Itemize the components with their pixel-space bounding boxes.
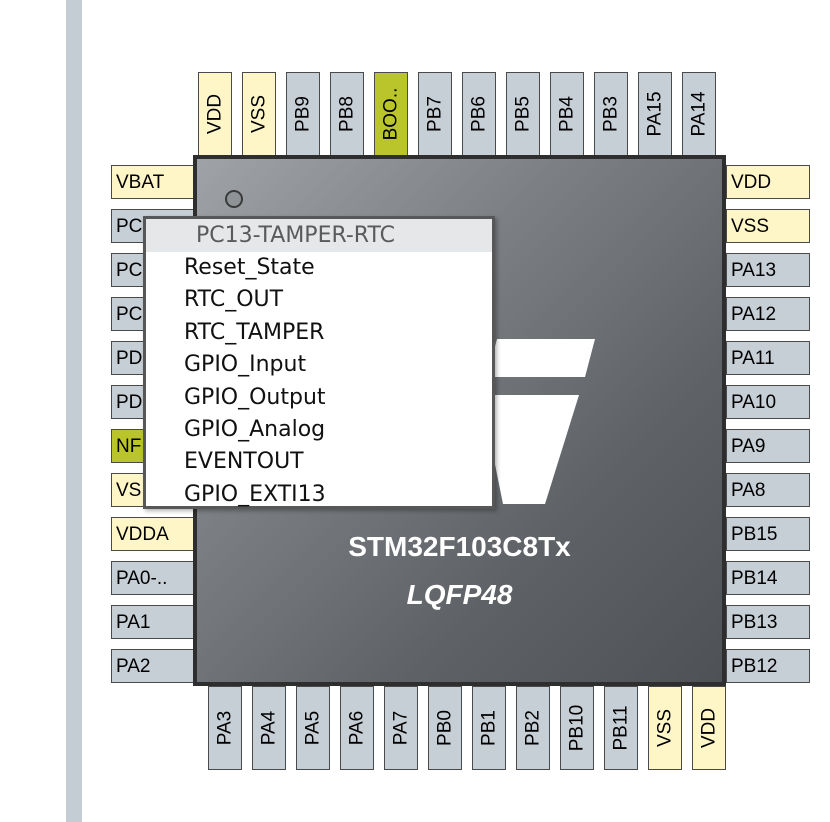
pin-right-7[interactable]: PA8 — [726, 473, 810, 507]
pin-bottom-6[interactable]: PB1 — [472, 686, 506, 770]
pin-bottom-5[interactable]: PB0 — [428, 686, 462, 770]
pin-right-4[interactable]: PA11 — [726, 341, 810, 375]
pin-top-11[interactable]: PA14 — [682, 72, 716, 156]
menu-item-eventout[interactable]: EVENTOUT — [146, 446, 492, 478]
pin-left-0[interactable]: VBAT — [111, 165, 195, 199]
pin-right-9[interactable]: PB14 — [726, 561, 810, 595]
pin-bottom-11[interactable]: VDD — [692, 686, 726, 770]
menu-item-reset-state[interactable]: Reset_State — [146, 252, 492, 284]
pin-top-1[interactable]: VSS — [242, 72, 276, 156]
pin-bottom-7[interactable]: PB2 — [516, 686, 550, 770]
left-scroll-bar — [66, 0, 82, 822]
pin-bottom-2[interactable]: PA5 — [296, 686, 330, 770]
pin-left-10[interactable]: PA1 — [111, 605, 195, 639]
pin-right-8[interactable]: PB15 — [726, 517, 810, 551]
pin-bottom-4[interactable]: PA7 — [384, 686, 418, 770]
pin-left-8[interactable]: VDDA — [111, 517, 195, 551]
pin-top-10[interactable]: PA15 — [638, 72, 672, 156]
pin-bottom-9[interactable]: PB11 — [604, 686, 638, 770]
pin-bottom-3[interactable]: PA6 — [340, 686, 374, 770]
pin-left-9[interactable]: PA0-.. — [111, 561, 195, 595]
pin-right-6[interactable]: PA9 — [726, 429, 810, 463]
pin-bottom-0[interactable]: PA3 — [208, 686, 242, 770]
menu-header-pin-name: PC13-TAMPER-RTC — [146, 219, 492, 252]
pin-top-4[interactable]: BOO.. — [374, 72, 408, 156]
chip-package-name: LQFP48 — [406, 579, 513, 610]
pin-top-7[interactable]: PB5 — [506, 72, 540, 156]
pin-top-8[interactable]: PB4 — [550, 72, 584, 156]
pin-right-11[interactable]: PB12 — [726, 649, 810, 683]
menu-item-gpio-analog[interactable]: GPIO_Analog — [146, 414, 492, 446]
pin-right-3[interactable]: PA12 — [726, 297, 810, 331]
menu-item-gpio-input[interactable]: GPIO_Input — [146, 349, 492, 381]
pin-bottom-1[interactable]: PA4 — [252, 686, 286, 770]
pin-right-0[interactable]: VDD — [726, 165, 810, 199]
chip-part-number: STM32F103C8Tx — [348, 531, 571, 562]
menu-item-rtc-out[interactable]: RTC_OUT — [146, 284, 492, 316]
menu-item-rtc-tamper[interactable]: RTC_TAMPER — [146, 317, 492, 349]
pin-right-1[interactable]: VSS — [726, 209, 810, 243]
pin-right-10[interactable]: PB13 — [726, 605, 810, 639]
pin-bottom-10[interactable]: VSS — [648, 686, 682, 770]
pin-top-9[interactable]: PB3 — [594, 72, 628, 156]
pin-top-0[interactable]: VDD — [198, 72, 232, 156]
pin-top-5[interactable]: PB7 — [418, 72, 452, 156]
menu-item-gpio-output[interactable]: GPIO_Output — [146, 382, 492, 414]
pin-top-6[interactable]: PB6 — [462, 72, 496, 156]
menu-item-gpio-exti13[interactable]: GPIO_EXTI13 — [146, 479, 492, 511]
pin-right-5[interactable]: PA10 — [726, 385, 810, 419]
pin-context-menu: PC13-TAMPER-RTC Reset_State RTC_OUT RTC_… — [143, 216, 495, 509]
pin-bottom-8[interactable]: PB10 — [560, 686, 594, 770]
pin-right-2[interactable]: PA13 — [726, 253, 810, 287]
pin-top-3[interactable]: PB8 — [330, 72, 364, 156]
pin-top-2[interactable]: PB9 — [286, 72, 320, 156]
pin-left-11[interactable]: PA2 — [111, 649, 195, 683]
